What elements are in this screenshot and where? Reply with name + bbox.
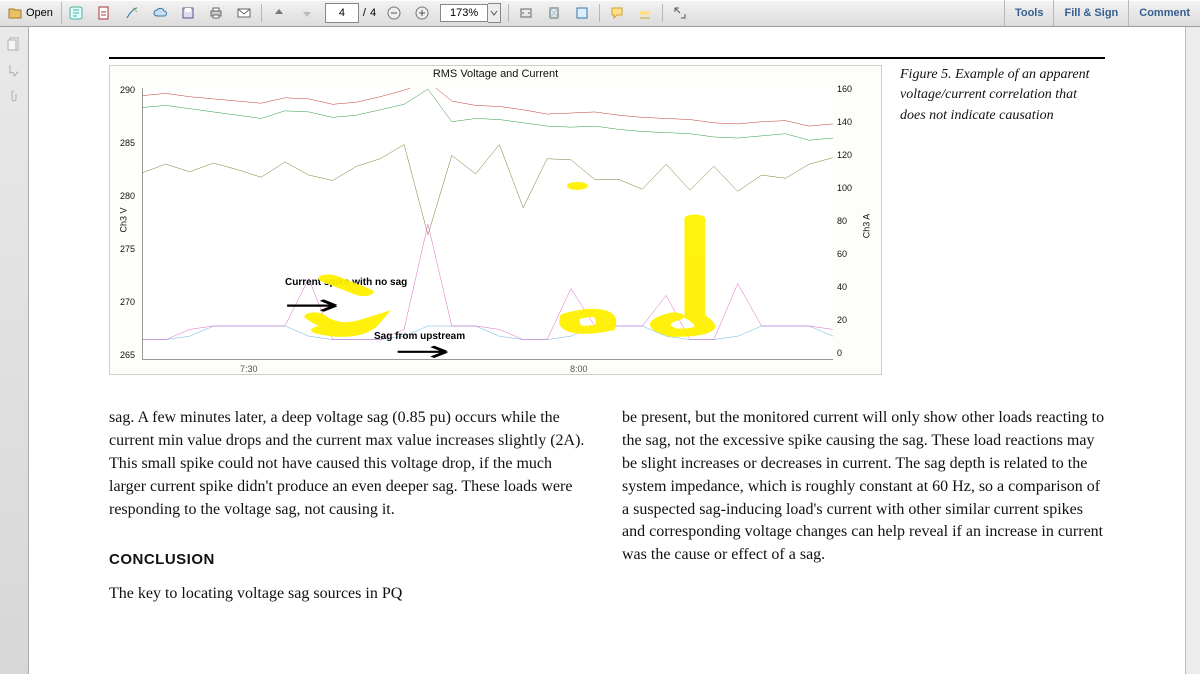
comment-icon[interactable] (604, 2, 630, 24)
column-right: be present, but the monitored current wi… (610, 407, 1105, 606)
ytick: 20 (837, 315, 857, 325)
side-rail (0, 27, 29, 674)
ytick: 270 (113, 297, 135, 307)
tab-comment[interactable]: Comment (1128, 0, 1200, 26)
figure-chart: RMS Voltage and Current 290 285 280 275 … (109, 65, 882, 375)
ytick: 120 (837, 150, 857, 160)
tab-tools[interactable]: Tools (1004, 0, 1054, 26)
para: be present, but the monitored current wi… (622, 407, 1105, 567)
para: sag. A few minutes later, a deep voltage… (109, 407, 592, 521)
open-button[interactable]: Open (0, 2, 62, 24)
zoom-in-icon[interactable] (409, 2, 435, 24)
fit-page-icon[interactable] (541, 2, 567, 24)
email-icon[interactable] (231, 2, 257, 24)
save-icon[interactable] (175, 2, 201, 24)
right-tabs: Tools Fill & Sign Comment (1004, 0, 1200, 26)
zoom-out-icon[interactable] (381, 2, 407, 24)
attachments-icon[interactable] (4, 86, 24, 106)
ytick: 100 (837, 183, 857, 193)
ytick: 265 (113, 350, 135, 360)
page-indicator: / 4 (325, 3, 376, 23)
ytick: 280 (113, 191, 135, 201)
document-view[interactable]: RMS Voltage and Current 290 285 280 275 … (29, 27, 1185, 674)
ytick: 285 (113, 138, 135, 148)
page-sep: / (359, 7, 370, 19)
open-label: Open (26, 7, 53, 19)
zoom-field[interactable]: 173% (440, 3, 501, 23)
sign-icon[interactable] (119, 2, 145, 24)
ytick: 80 (837, 216, 857, 226)
thumbnails-icon[interactable] (4, 34, 24, 54)
ytick: 60 (837, 249, 857, 259)
chart-title: RMS Voltage and Current (110, 68, 881, 80)
page-current-input[interactable] (325, 3, 359, 23)
fit-width-icon[interactable] (513, 2, 539, 24)
reading-mode-icon[interactable] (569, 2, 595, 24)
bookmarks-icon[interactable] (4, 60, 24, 80)
xtick: 7:30 (240, 364, 258, 374)
zoom-value: 173% (440, 4, 488, 22)
ytick: 140 (837, 117, 857, 127)
page: RMS Voltage and Current 290 285 280 275 … (29, 27, 1185, 674)
create-pdf-icon[interactable] (91, 2, 117, 24)
convert-icon[interactable] (63, 2, 89, 24)
pdf-toolbar: Open / 4 173% Tools (0, 0, 1200, 27)
zoom-dropdown-icon[interactable] (488, 3, 501, 23)
xtick: 8:00 (570, 364, 588, 374)
tab-fill-sign[interactable]: Fill & Sign (1053, 0, 1128, 26)
y-axis-right-label: Ch3 A (862, 214, 872, 239)
highlight-icon[interactable] (632, 2, 658, 24)
y-axis-left-label: Ch3 V (119, 207, 129, 232)
highlighter-marks (142, 88, 833, 360)
cloud-icon[interactable] (147, 2, 173, 24)
fullscreen-icon[interactable] (667, 2, 693, 24)
page-down-icon[interactable] (294, 2, 320, 24)
figure-caption: Figure 5. Example of an apparent voltage… (900, 65, 1105, 126)
ytick: 0 (837, 348, 857, 358)
vertical-scrollbar[interactable] (1185, 27, 1200, 674)
ytick: 160 (837, 84, 857, 94)
page-total: 4 (370, 7, 376, 19)
ytick: 290 (113, 85, 135, 95)
hr (109, 57, 1105, 59)
column-left: sag. A few minutes later, a deep voltage… (109, 407, 610, 606)
para: The key to locating voltage sag sources … (109, 583, 592, 606)
ytick: 40 (837, 282, 857, 292)
print-icon[interactable] (203, 2, 229, 24)
page-up-icon[interactable] (266, 2, 292, 24)
ytick: 275 (113, 244, 135, 254)
heading-conclusion: CONCLUSION (109, 549, 592, 570)
